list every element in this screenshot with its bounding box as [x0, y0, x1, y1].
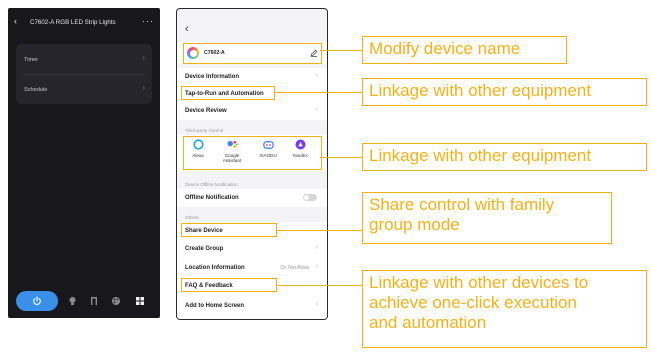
divider — [22, 74, 146, 75]
power-icon — [33, 296, 41, 305]
back-icon[interactable]: ‹ — [14, 16, 17, 26]
google-assistant-item[interactable]: Google Assistant — [217, 139, 247, 163]
callout-text: achieve one-click execution — [369, 293, 577, 312]
device-information-row[interactable]: Device Information › — [177, 68, 327, 85]
connector-line — [320, 50, 362, 51]
google-assistant-label: Google Assistant — [222, 153, 242, 163]
dark-phone-screen: ‹ C7602-A RGB LED Strip Lights ··· Timer… — [8, 8, 160, 318]
connector-line — [276, 285, 362, 286]
xiaodu-label: XIAODU — [259, 153, 277, 158]
add-home-label: Add to Home Screen — [185, 303, 245, 309]
highlight-box-faq — [181, 278, 277, 292]
callout-text: Linkage with other devices to — [369, 273, 589, 292]
more-icon[interactable]: ··· — [142, 16, 154, 26]
chevron-right-icon: › — [142, 85, 145, 92]
location-information-row[interactable]: Location Information Do Not Allow › — [177, 258, 327, 277]
device-review-label: Device Review — [185, 108, 227, 114]
settings-card: Timer › Schedule › — [16, 44, 152, 104]
section-third-party: Third-party Control — [185, 128, 224, 133]
schedule-label: Schedule — [24, 87, 48, 93]
highlight-box-name — [183, 43, 322, 64]
connector-line — [276, 230, 362, 231]
callout-share: Share control with family group mode — [362, 192, 612, 244]
callout-linkage-2: Linkage with other equipment — [362, 143, 647, 171]
palette-icon[interactable] — [110, 295, 122, 307]
alexa-item[interactable]: Alexa — [183, 139, 213, 158]
timer-label: Timer — [24, 57, 39, 63]
callout-modify-name: Modify device name — [362, 36, 567, 64]
grid-icon[interactable] — [134, 295, 146, 307]
yandex-label: Yandex — [292, 153, 308, 158]
callout-text: group mode — [369, 215, 460, 234]
light-phone-screen: ‹ C7602-A Device Information › Tap-to-Ru… — [176, 8, 328, 320]
section-offline: Device Offline Notification — [185, 182, 238, 187]
offline-notification-row: Offline Notification — [177, 189, 327, 207]
offline-toggle[interactable] — [303, 194, 317, 201]
device-review-row[interactable]: Device Review › — [177, 102, 327, 120]
location-value: Do Not Allow — [280, 265, 309, 271]
back-icon[interactable]: ‹ — [185, 23, 189, 35]
add-home-row[interactable]: Add to Home Screen › — [177, 294, 327, 319]
callout-text: Linkage with other equipment — [369, 81, 592, 100]
schedule-row[interactable]: Schedule › — [16, 78, 152, 102]
offline-notification-label: Offline Notification — [185, 195, 239, 201]
power-button[interactable] — [16, 291, 58, 311]
callout-linkage-1: Linkage with other equipment — [362, 78, 647, 106]
google-assistant-icon — [226, 139, 238, 150]
callout-text: and automation — [369, 313, 487, 332]
callout-text: Linkage with other equipment — [369, 146, 592, 165]
connector-line — [320, 157, 362, 158]
create-group-row[interactable]: Create Group › — [177, 239, 327, 258]
chevron-right-icon: › — [315, 263, 318, 270]
create-group-label: Create Group — [185, 246, 224, 252]
header-bar: ‹ C7602-A RGB LED Strip Lights ··· — [8, 8, 160, 38]
xiaodu-icon — [262, 139, 274, 150]
callout-text: Share control with family — [369, 195, 555, 214]
xiaodu-item[interactable]: XIAODU — [253, 139, 283, 158]
music-icon[interactable] — [88, 295, 100, 307]
chevron-right-icon: › — [315, 244, 318, 251]
bottom-toolbar — [8, 283, 160, 318]
highlight-box-tap-to-run — [181, 86, 275, 100]
bulb-icon[interactable] — [66, 295, 78, 307]
section-others: Others — [185, 215, 199, 220]
yandex-icon — [295, 139, 306, 150]
callout-text: Modify device name — [369, 39, 521, 58]
chevron-right-icon: › — [315, 106, 318, 113]
connector-line — [274, 92, 362, 93]
alexa-label: Alexa — [192, 153, 204, 158]
timer-row[interactable]: Timer › — [16, 48, 152, 72]
callout-one-click: Linkage with other devices to achieve on… — [362, 270, 647, 348]
location-information-label: Location Information — [185, 265, 245, 271]
page-title: C7602-A RGB LED Strip Lights — [30, 19, 116, 26]
yandex-item[interactable]: Yandex — [285, 139, 315, 158]
chevron-right-icon: › — [315, 72, 318, 79]
chevron-right-icon: › — [142, 55, 145, 62]
chevron-right-icon: › — [315, 301, 318, 308]
device-information-label: Device Information — [185, 74, 240, 80]
highlight-box-share — [181, 223, 277, 237]
alexa-icon — [192, 139, 204, 150]
